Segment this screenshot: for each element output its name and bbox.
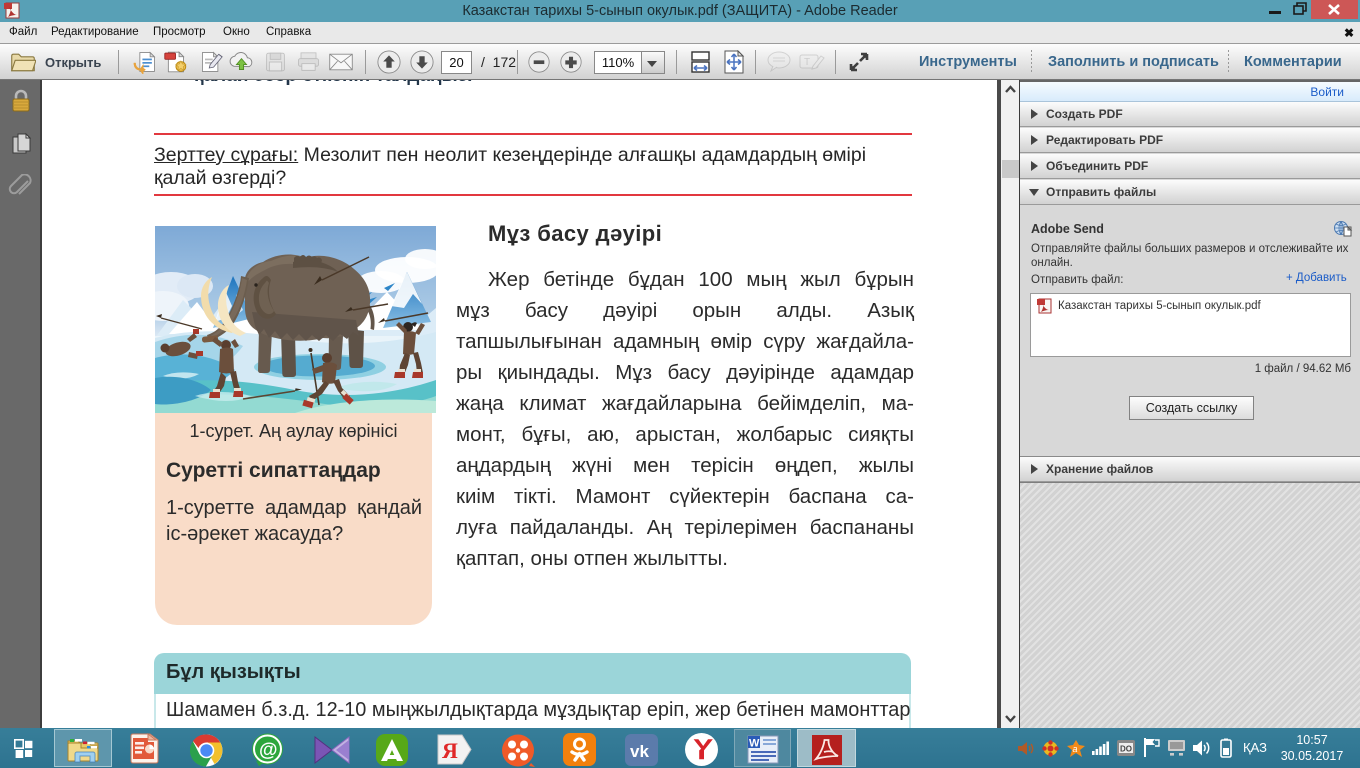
svg-text:a: a [1073, 744, 1078, 754]
svg-text:@: @ [259, 740, 278, 761]
svg-text:DO: DO [1120, 745, 1132, 754]
svg-text:vk: vk [630, 742, 649, 761]
svg-text:Я: Я [442, 738, 458, 763]
svg-text:T: T [804, 57, 810, 68]
svg-text:W: W [749, 738, 760, 750]
